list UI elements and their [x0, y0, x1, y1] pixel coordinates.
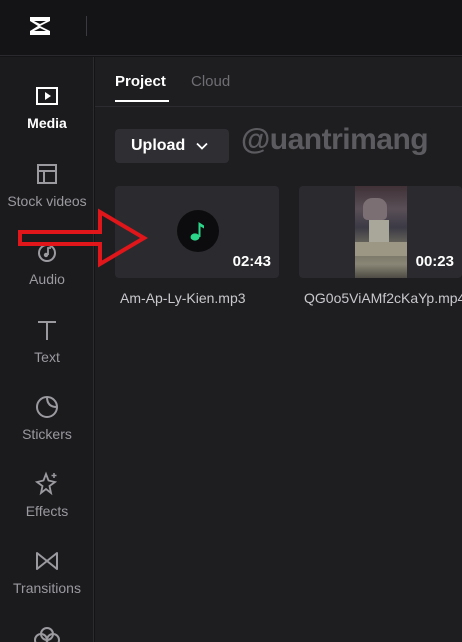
play-box-icon: [36, 87, 58, 105]
upload-button-label: Upload: [131, 137, 186, 154]
sidebar-item-media[interactable]: Media: [0, 83, 94, 153]
top-bar: [0, 0, 462, 56]
capcut-logo-icon[interactable]: [26, 12, 54, 40]
media-card-video[interactable]: 00:23: [299, 186, 462, 278]
text-t-icon: [38, 321, 56, 340]
annotation-arrow-icon: [18, 208, 148, 268]
watermark-text: @uantrimang: [241, 123, 429, 156]
duration-label: 00:23: [415, 253, 454, 270]
music-note-icon: [190, 222, 204, 241]
sidebar-item-effects[interactable]: Effects: [0, 471, 94, 541]
tab-cloud[interactable]: Cloud: [191, 73, 230, 90]
video-thumbnail: [355, 186, 407, 278]
tab-project[interactable]: Project: [115, 73, 166, 90]
tabs-divider: [95, 106, 462, 107]
sidebar-item-transitions[interactable]: Transitions: [0, 548, 94, 618]
sidebar-item-label: Effects: [25, 503, 69, 519]
sparkle-star-icon: [34, 471, 58, 496]
upload-button[interactable]: Upload: [115, 129, 229, 163]
media-filename: Am-Ap-Ly-Kien.mp3: [120, 290, 246, 306]
sidebar: Media Stock videos Audio Text Stickers E…: [0, 57, 94, 642]
sidebar-item-label: Transitions: [13, 580, 81, 596]
sidebar-item-label: Audio: [29, 271, 65, 287]
active-tab-indicator: [115, 100, 169, 102]
topbar-divider: [86, 16, 87, 36]
duration-label: 02:43: [232, 253, 271, 270]
sidebar-item-label: Media: [27, 115, 67, 131]
sidebar-item-text[interactable]: Text: [0, 317, 94, 387]
sidebar-item-label: Text: [34, 349, 60, 365]
media-filename: QG0o5ViAMf2cKaYp.mp4: [304, 290, 462, 306]
film-frame-icon: [37, 164, 57, 184]
sidebar-item-stickers[interactable]: Stickers: [0, 394, 94, 464]
filters-icon[interactable]: [34, 624, 60, 642]
chevron-down-icon: [196, 142, 208, 150]
bowtie-icon: [36, 552, 58, 570]
media-panel: Project Cloud @uantrimang Upload 02:43 0…: [95, 57, 462, 642]
media-tabs: Project Cloud: [115, 73, 455, 109]
sidebar-item-label: Stickers: [22, 426, 72, 442]
sticker-icon: [36, 396, 58, 418]
music-disc: [177, 210, 219, 252]
